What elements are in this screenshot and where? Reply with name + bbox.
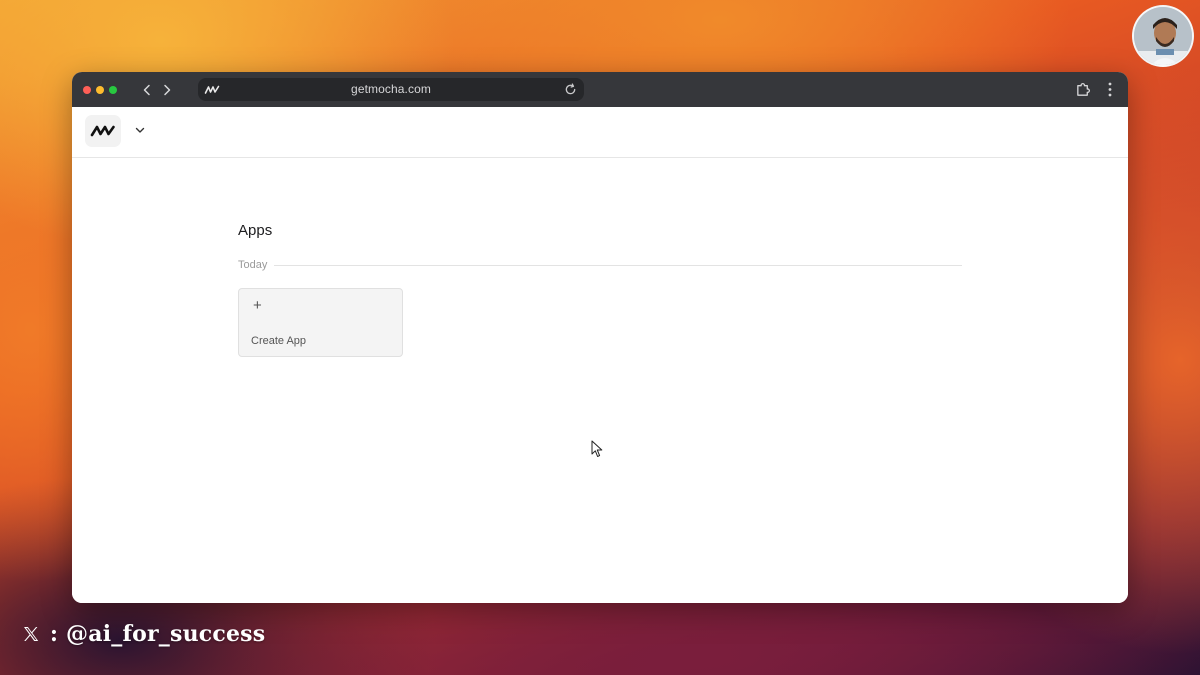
- app-header: [72, 107, 1128, 158]
- x-logo-icon: [24, 627, 39, 641]
- group-label: Today: [238, 259, 268, 271]
- window-close-button[interactable]: [83, 86, 91, 94]
- desktop-wallpaper: getmocha.com Apps Today + Create App: @…: [0, 0, 1200, 675]
- page-title: Apps: [238, 222, 273, 239]
- workspace-logo-button[interactable]: [85, 115, 121, 147]
- create-app-card[interactable]: + Create App: [238, 288, 403, 357]
- browser-window: getmocha.com Apps Today + Create App: [72, 72, 1128, 603]
- watermark-handle: @ai_for_success: [66, 621, 266, 647]
- reload-icon[interactable]: [564, 83, 577, 96]
- forward-button[interactable]: [158, 81, 176, 99]
- mouse-cursor-icon: [591, 440, 603, 457]
- avatar-image: [1134, 7, 1192, 65]
- address-bar[interactable]: getmocha.com: [198, 78, 584, 101]
- address-bar-url: getmocha.com: [351, 82, 431, 96]
- divider-line: [274, 264, 962, 266]
- social-watermark: : @ai_for_success: [22, 621, 265, 647]
- window-zoom-button[interactable]: [109, 86, 117, 94]
- window-minimize-button[interactable]: [96, 86, 104, 94]
- apps-page: Apps Today + Create App: [72, 158, 1128, 603]
- mocha-logo-icon: [90, 125, 115, 137]
- puzzle-icon[interactable]: [1075, 81, 1092, 98]
- watermark-separator: :: [42, 621, 67, 647]
- group-divider: Today: [238, 258, 962, 272]
- chevron-left-icon: [143, 84, 150, 96]
- browser-titlebar: getmocha.com: [72, 72, 1128, 107]
- chevron-right-icon: [164, 84, 171, 96]
- back-button[interactable]: [138, 81, 156, 99]
- chevron-down-icon[interactable]: [134, 124, 146, 136]
- plus-icon: +: [253, 297, 262, 314]
- create-app-label: Create App: [251, 335, 307, 347]
- kebab-menu-icon[interactable]: [1104, 81, 1116, 98]
- presenter-avatar: [1132, 5, 1194, 67]
